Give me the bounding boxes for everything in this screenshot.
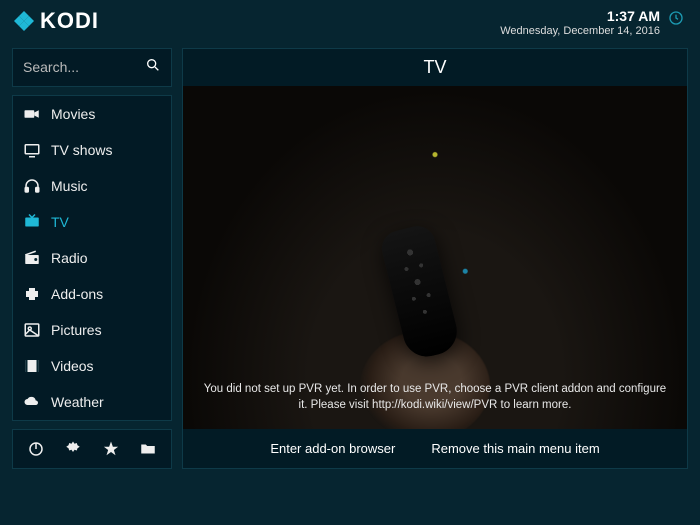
radio-icon (23, 249, 41, 267)
sidebar-item-tv[interactable]: TV (13, 204, 171, 240)
date-label: Wednesday, December 14, 2016 (500, 25, 660, 38)
app-logo: KODI (12, 8, 99, 34)
remove-menu-item-button[interactable]: Remove this main menu item (431, 441, 599, 456)
system-bar (12, 429, 172, 469)
pvr-setup-message: You did not set up PVR yet. In order to … (203, 381, 667, 413)
enter-addon-browser-button[interactable]: Enter add-on browser (270, 441, 395, 456)
sidebar-item-radio[interactable]: Radio (13, 240, 171, 276)
sidebar-nav: Movies TV shows Music TV Radio Add-ons (12, 95, 172, 421)
sidebar-item-label: Radio (51, 250, 88, 266)
search-input[interactable]: Search... (12, 48, 172, 87)
sidebar-item-label: TV (51, 214, 69, 230)
sidebar-item-label: TV shows (51, 142, 112, 158)
sidebar-item-pictures[interactable]: Pictures (13, 312, 171, 348)
headphones-icon (23, 177, 41, 195)
cloud-icon (23, 393, 41, 411)
sidebar-item-label: Pictures (51, 322, 102, 338)
favorites-button[interactable] (100, 438, 122, 460)
search-placeholder: Search... (23, 59, 79, 75)
sidebar-item-addons[interactable]: Add-ons (13, 276, 171, 312)
sidebar-item-movies[interactable]: Movies (13, 96, 171, 132)
puzzle-icon (23, 285, 41, 303)
film-icon (23, 357, 41, 375)
sidebar-item-label: Music (51, 178, 88, 194)
sidebar-item-label: Weather (51, 394, 104, 410)
sidebar-item-label: Movies (51, 106, 95, 122)
sidebar-item-music[interactable]: Music (13, 168, 171, 204)
power-button[interactable] (25, 438, 47, 460)
file-manager-button[interactable] (137, 438, 159, 460)
content-preview: You did not set up PVR yet. In order to … (183, 86, 687, 429)
content-title: TV (183, 49, 687, 86)
sidebar-item-videos[interactable]: Videos (13, 348, 171, 384)
settings-button[interactable] (62, 438, 84, 460)
app-name: KODI (40, 8, 99, 34)
image-icon (23, 321, 41, 339)
tv-icon (23, 213, 41, 231)
camera-icon (23, 105, 41, 123)
content-actions: Enter add-on browser Remove this main me… (183, 429, 687, 468)
kodi-logo-icon (12, 9, 36, 33)
tv-outline-icon (23, 141, 41, 159)
sidebar-item-label: Videos (51, 358, 94, 374)
sidebar-item-label: Add-ons (51, 286, 103, 302)
clock-icon (668, 10, 684, 31)
search-icon (145, 57, 161, 78)
clock-area: 1:37 AM Wednesday, December 14, 2016 (500, 8, 684, 38)
sidebar-item-tvshows[interactable]: TV shows (13, 132, 171, 168)
sidebar-item-weather[interactable]: Weather (13, 384, 171, 420)
time-label: 1:37 AM (500, 8, 660, 25)
